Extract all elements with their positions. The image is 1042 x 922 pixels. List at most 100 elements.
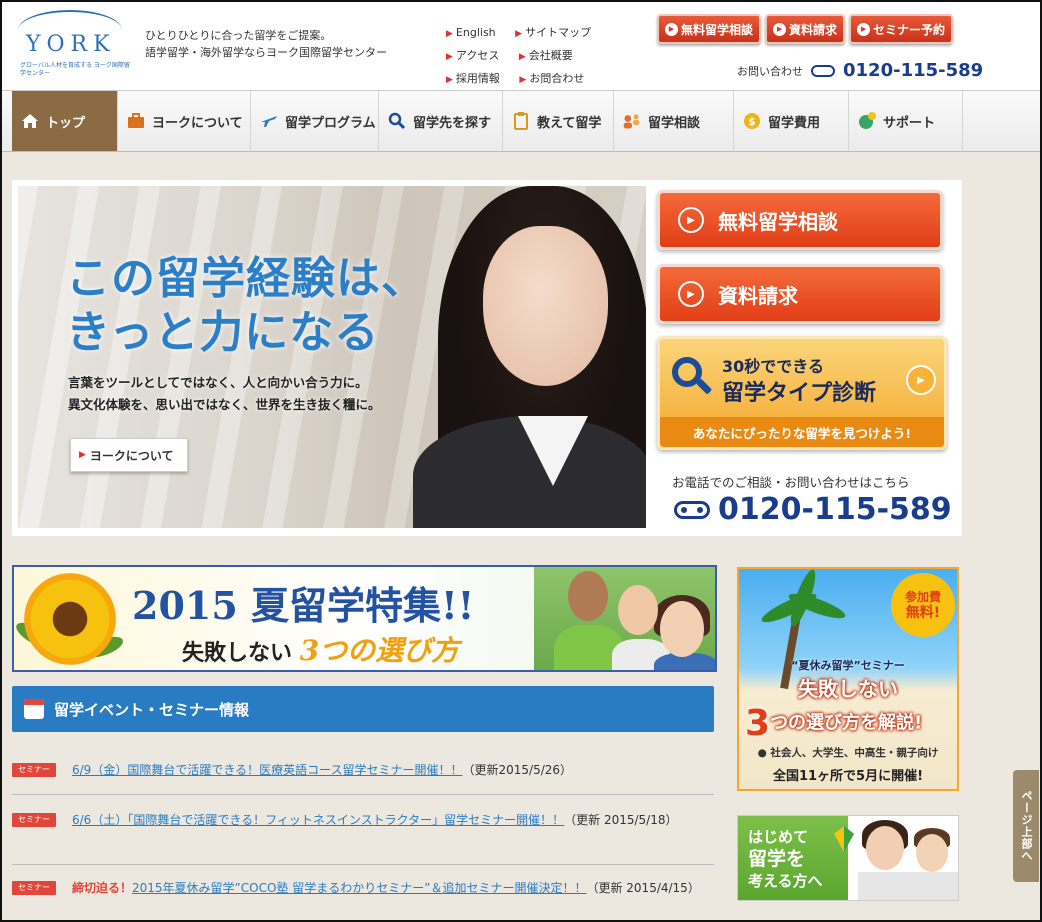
diagnosis-line-1: 30秒でできる bbox=[722, 357, 824, 376]
hero-copy: 言葉をツールとしてではなく、人と向かい合う力に。 異文化体験を、思い出ではなく、… bbox=[68, 375, 381, 412]
link-sitemap[interactable]: ▶ サイトマップ bbox=[515, 22, 599, 45]
arrow-icon: ▶ bbox=[515, 29, 523, 39]
student-face bbox=[916, 834, 948, 872]
page-top-button[interactable]: ページ上部へ bbox=[1013, 770, 1039, 882]
event-link[interactable]: 6/6（土）「国際舞台で活躍できる！フィットネスインストラクター」留学セミナー開… bbox=[72, 813, 564, 827]
svg-text:$: $ bbox=[748, 115, 756, 128]
sunflower-image bbox=[24, 573, 116, 665]
seminar-tag: セミナー bbox=[12, 881, 56, 895]
hero-section: この留学経験は、 きっと力になる 言葉をツールとしてではなく、人と向かい合う力に… bbox=[12, 180, 962, 536]
free-consult-button[interactable]: ▶ 無料留学相談 bbox=[657, 14, 762, 44]
link-contact[interactable]: ▶ お問合わせ bbox=[519, 68, 592, 91]
freedial-icon bbox=[674, 500, 710, 519]
students-photo bbox=[534, 567, 715, 670]
summer-subtitle: 失敗しない 3つの選び方 bbox=[182, 634, 460, 667]
site-header: YORK グローバル人材を育成する ヨーク国際留学センター ひとりひとりに合った… bbox=[2, 2, 1040, 90]
arrow-icon: ▶ bbox=[446, 29, 453, 39]
nav-item-programs[interactable]: 留学プログラム bbox=[251, 91, 379, 151]
events-heading: 留学イベント・セミナー情報 bbox=[12, 686, 714, 732]
event-item: セミナー 締切迫る！2015年夏休み留学”COCO塾 留学まるわかりセミナー”＆… bbox=[12, 878, 714, 898]
event-updated: （更新2015/5/26） bbox=[462, 763, 573, 777]
nav-item-support[interactable]: サポート bbox=[849, 91, 963, 151]
header-tagline: ひとりひとりに合った留学をご提案。 語学留学・海外留学ならヨーク国際留学センター bbox=[145, 27, 387, 61]
about-york-button[interactable]: ▶ ヨークについて bbox=[70, 438, 188, 472]
hero-phone-number: 0120-115-589 bbox=[718, 492, 952, 527]
play-circle-icon: ▶ bbox=[678, 281, 704, 307]
divider bbox=[12, 794, 714, 795]
seminar-line-2: 失敗しない bbox=[798, 677, 898, 701]
seminar-line-1: “夏休み留学”セミナー bbox=[791, 659, 905, 672]
brochure-button[interactable]: ▶ 資料請求 bbox=[765, 14, 846, 44]
clipboard-icon bbox=[511, 111, 531, 131]
seminar-audience: ● 社会人、大学生、中高生・親子向け bbox=[757, 747, 939, 759]
hero-phone[interactable]: 0120-115-589 bbox=[674, 492, 952, 527]
summer-seminar-banner[interactable]: 参加費 無料! “夏休み留学”セミナー 失敗しない 3つの選び方を解説! ● 社… bbox=[737, 567, 959, 791]
cta-brochure[interactable]: ▶ 資料請求 bbox=[657, 264, 943, 324]
seminar-tag: セミナー bbox=[12, 813, 56, 827]
deadline-label: 締切迫る！ bbox=[72, 881, 133, 895]
seminar-line-3: 3つの選び方を解説! bbox=[745, 703, 923, 744]
calendar-icon bbox=[24, 699, 44, 719]
contact-label: お問い合わせ bbox=[737, 64, 803, 78]
nav-item-teach[interactable]: 教えて留学 bbox=[503, 91, 614, 151]
diagnosis-subtitle: あなたにぴったりな留学を見つけよう! bbox=[660, 417, 944, 447]
people-icon bbox=[622, 111, 642, 131]
summer-title: 2015 夏留学特集!! bbox=[132, 583, 475, 628]
student-face bbox=[866, 826, 904, 870]
type-diagnosis-banner[interactable]: 30秒でできる 留学タイプ診断 ▶ あなたにぴったりな留学を見つけよう! bbox=[657, 336, 947, 450]
play-icon: ▶ bbox=[857, 22, 871, 36]
event-link[interactable]: 2015年夏休み留学”COCO塾 留学まるわかりセミナー”＆追加セミナー開催決定… bbox=[132, 881, 586, 895]
play-circle-icon: ▶ bbox=[906, 365, 936, 395]
event-link[interactable]: 6/9（金）国際舞台で活躍できる！医療英語コース留学セミナー開催！！ bbox=[72, 763, 462, 777]
link-company[interactable]: ▶ 会社概要 bbox=[519, 45, 581, 68]
play-circle-icon: ▶ bbox=[678, 207, 704, 233]
coin-icon: $ bbox=[742, 111, 762, 131]
arrow-icon: ▶ bbox=[519, 75, 527, 85]
hero-woman-face bbox=[483, 226, 608, 386]
seminar-tag: セミナー bbox=[12, 763, 56, 777]
header-phone[interactable]: 0120-115-589 bbox=[843, 60, 983, 81]
hero-image: この留学経験は、 きっと力になる 言葉をツールとしてではなく、人と向かい合う力に… bbox=[18, 186, 646, 528]
main-nav: トップ ヨークについて 留学プログラム 留学先を探す 教えて留学 留学相談 $ bbox=[2, 90, 1040, 152]
nav-item-cost[interactable]: $ 留学費用 bbox=[734, 91, 849, 151]
play-icon: ▶ bbox=[665, 22, 678, 36]
seminar-reserve-button[interactable]: ▶ セミナー予約 bbox=[849, 14, 954, 44]
first-time-text: はじめて 留学を 考える方へ bbox=[738, 816, 848, 900]
cta-free-consult[interactable]: ▶ 無料留学相談 bbox=[657, 190, 943, 250]
event-item: セミナー 6/6（土）「国際舞台で活躍できる！フィットネスインストラクター」留学… bbox=[12, 810, 714, 830]
tagline-line-2: 語学留学・海外留学ならヨーク国際留学センター bbox=[145, 46, 387, 59]
nav-item-search[interactable]: 留学先を探す bbox=[379, 91, 503, 151]
search-icon bbox=[387, 111, 407, 131]
logo-subtext: グローバル人材を育成する ヨーク国際留学センター bbox=[20, 62, 130, 77]
header-contact: お問い合わせ 0120-115-589 bbox=[737, 60, 983, 81]
play-icon: ▶ bbox=[773, 22, 787, 36]
free-badge: 参加費 無料! bbox=[891, 573, 955, 637]
event-updated: （更新 2015/4/15） bbox=[586, 881, 700, 895]
arrow-icon: ▶ bbox=[79, 450, 86, 460]
link-access[interactable]: ▶ アクセス bbox=[446, 45, 507, 68]
diagnosis-line-2: 留学タイプ診断 bbox=[722, 381, 877, 406]
freedial-icon bbox=[811, 64, 835, 77]
event-item: セミナー 6/9（金）国際舞台で活躍できる！医療英語コース留学セミナー開催！！（… bbox=[12, 760, 714, 780]
tagline-line-1: ひとりひとりに合った留学をご提案。 bbox=[145, 29, 332, 42]
link-recruit[interactable]: ▶ 採用情報 bbox=[446, 68, 508, 91]
nav-item-consult[interactable]: 留学相談 bbox=[614, 91, 734, 151]
nav-item-about[interactable]: ヨークについて bbox=[118, 91, 251, 151]
utility-links: ▶ English ▶ サイトマップ ▶ アクセス ▶ 会社概要 ▶ 採用情報 ▶ お問合わ… bbox=[446, 22, 651, 91]
magnifier-icon bbox=[672, 357, 713, 397]
airplane-icon bbox=[259, 111, 279, 131]
home-icon bbox=[20, 111, 40, 131]
header-buttons: ▶ 無料留学相談 ▶ 資料請求 ▶ セミナー予約 bbox=[657, 14, 954, 44]
link-english[interactable]: ▶ English bbox=[446, 22, 504, 45]
york-logo[interactable]: YORK グローバル人材を育成する ヨーク国際留学センター bbox=[16, 10, 130, 80]
summer-feature-banner[interactable]: 2015 夏留学特集!! 失敗しない 3つの選び方 bbox=[12, 565, 717, 672]
phone-label: お電話でのご相談・お問い合わせはこちら bbox=[672, 475, 910, 490]
first-time-banner[interactable]: はじめて 留学を 考える方へ bbox=[737, 815, 959, 901]
support-icon bbox=[857, 111, 877, 131]
seminar-locations: 全国11ヶ所で5月に開催! bbox=[772, 769, 924, 784]
hero-title: この留学経験は、 きっと力になる bbox=[66, 253, 426, 358]
students-desk bbox=[858, 872, 958, 900]
arrow-icon: ▶ bbox=[446, 75, 453, 85]
nav-item-top[interactable]: トップ bbox=[12, 91, 118, 151]
arrow-icon: ▶ bbox=[518, 52, 526, 62]
